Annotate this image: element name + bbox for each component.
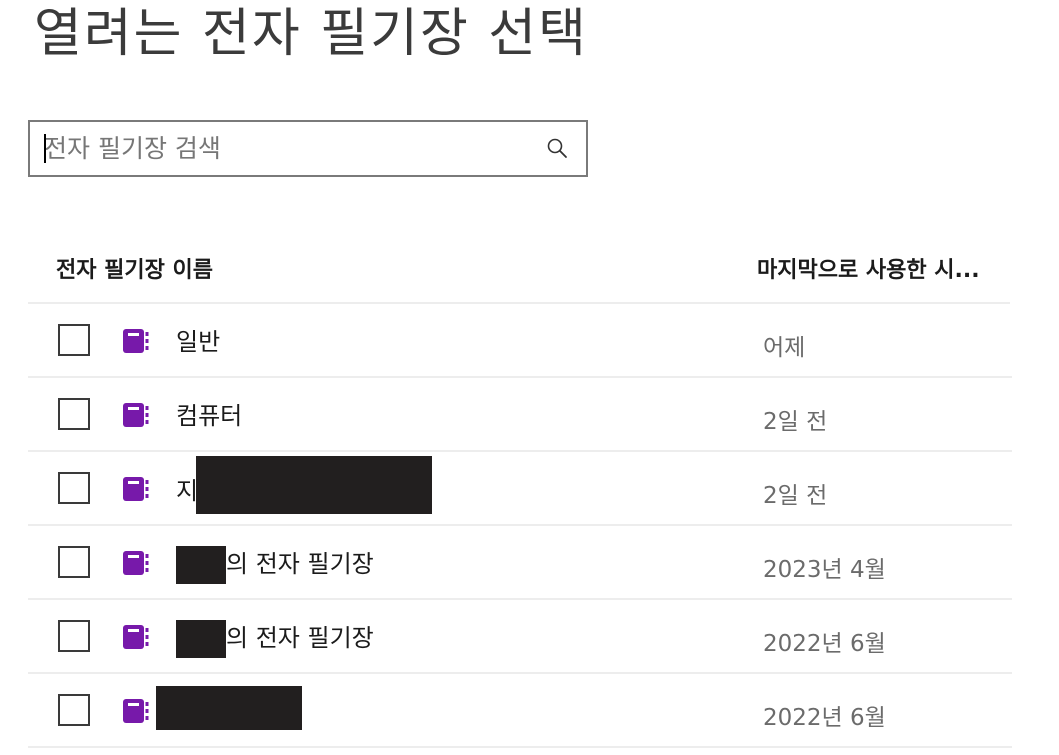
- notebook-name-text: 지: [176, 477, 199, 505]
- notebook-row[interactable]: 의 전자 필기장 2022년 6월: [28, 600, 1012, 674]
- notebook-name: 일반: [176, 322, 220, 357]
- select-checkbox[interactable]: [58, 694, 90, 726]
- notebook-name-text: 컴퓨터: [176, 402, 243, 430]
- last-used-date: 2일 전: [763, 409, 828, 435]
- notebook-icon: [123, 625, 149, 649]
- last-used-date: 2일 전: [763, 483, 828, 509]
- notebook-name-text: 의 전자 필기장: [226, 550, 374, 578]
- notebook-name: [156, 686, 302, 730]
- search-icon[interactable]: [546, 137, 568, 159]
- notebook-icon: [123, 403, 149, 427]
- select-checkbox[interactable]: [58, 472, 90, 504]
- last-used-date: 2022년 6월: [763, 705, 886, 731]
- search-input[interactable]: [44, 122, 524, 175]
- notebook-name: 의 전자 필기장: [176, 544, 374, 584]
- notebook-name: 지: [176, 456, 433, 514]
- column-header-name[interactable]: 전자 필기장 이름: [56, 252, 213, 284]
- notebook-row[interactable]: 2022년 6월: [28, 674, 1012, 748]
- last-used-date: 2023년 4월: [763, 557, 886, 583]
- table-header: 전자 필기장 이름 마지막으로 사용한 시...: [28, 232, 1010, 304]
- last-used-date: 2022년 6월: [763, 631, 886, 657]
- select-checkbox[interactable]: [58, 546, 90, 578]
- search-box[interactable]: [28, 120, 588, 177]
- notebook-icon: [123, 329, 149, 353]
- redaction-block: [176, 546, 226, 584]
- notebook-icon: [123, 699, 149, 723]
- select-checkbox[interactable]: [58, 398, 90, 430]
- notebook-list: 일반 어제 컴퓨터 2일 전 지 2일 전 의 전자 필기장 2023년 4월 …: [28, 304, 1012, 748]
- column-header-last-used[interactable]: 마지막으로 사용한 시...: [757, 252, 1001, 284]
- notebook-row[interactable]: 지 2일 전: [28, 452, 1012, 526]
- redaction-block: [196, 456, 433, 514]
- notebook-row[interactable]: 컴퓨터 2일 전: [28, 378, 1012, 452]
- select-checkbox[interactable]: [58, 620, 90, 652]
- redaction-block: [156, 686, 302, 730]
- notebook-name: 컴퓨터: [176, 396, 242, 431]
- redaction-block: [176, 620, 226, 658]
- notebook-name: 의 전자 필기장: [176, 618, 374, 658]
- text-caret: [44, 134, 46, 163]
- select-checkbox[interactable]: [58, 324, 90, 356]
- notebook-row[interactable]: 일반 어제: [28, 304, 1012, 378]
- page-title: 열려는 전자 필기장 선택: [34, 4, 588, 64]
- notebook-icon: [123, 551, 149, 575]
- notebook-name-text: 일반: [176, 328, 221, 356]
- notebook-row[interactable]: 의 전자 필기장 2023년 4월: [28, 526, 1012, 600]
- last-used-date: 어제: [763, 335, 806, 361]
- notebook-name-text: 의 전자 필기장: [226, 624, 374, 652]
- notebook-icon: [123, 477, 149, 501]
